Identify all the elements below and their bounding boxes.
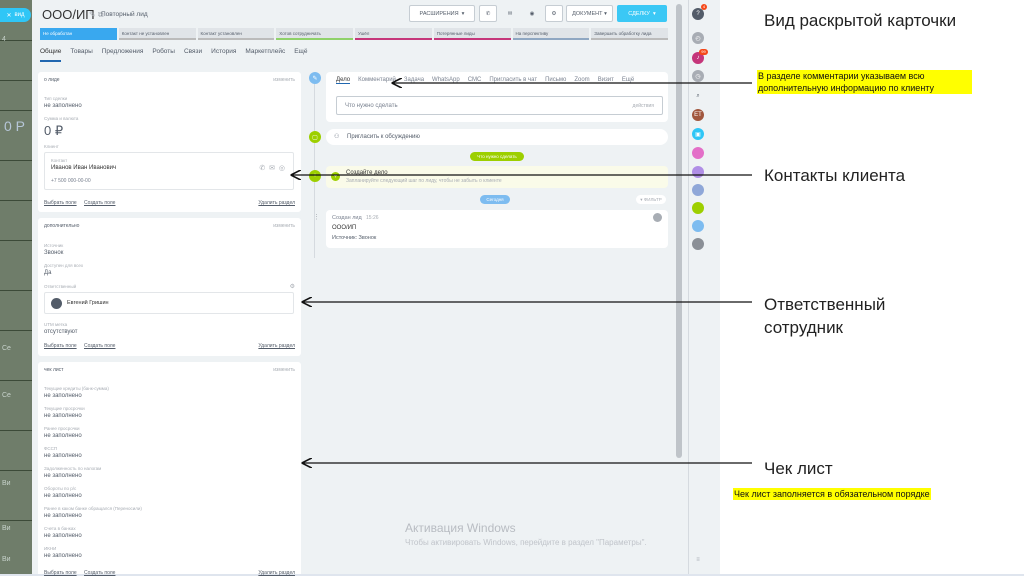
annotation-arrows xyxy=(0,0,752,574)
